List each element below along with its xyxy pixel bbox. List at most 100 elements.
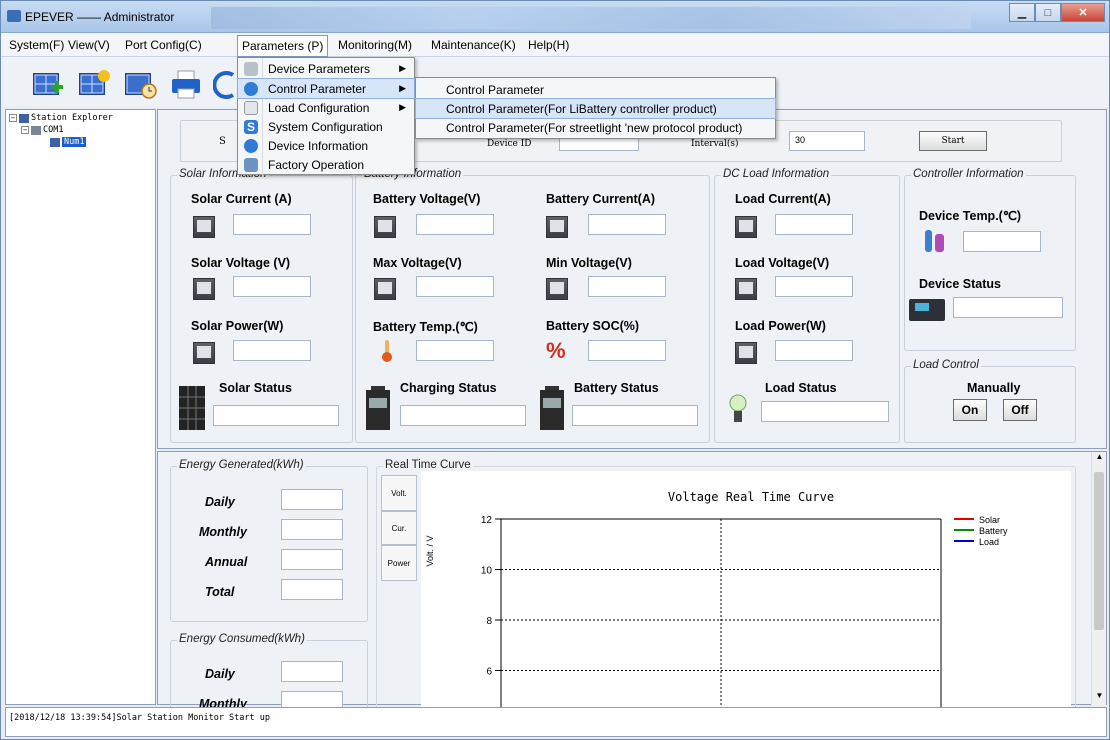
battery-current-label: Battery Current(A) [546, 192, 656, 206]
solar-panel-icon [179, 386, 205, 430]
device-status-label: Device Status [919, 277, 1001, 291]
menu-item-system-configuration[interactable]: S System Configuration [238, 117, 414, 136]
maximize-button[interactable]: □ [1035, 3, 1061, 22]
tab-volt[interactable]: Volt. [381, 475, 417, 511]
menu-monitoring[interactable]: Monitoring(M) [338, 38, 412, 52]
menu-system[interactable]: System(F) [9, 38, 64, 52]
submenu-control-parameter-streetlight[interactable]: Control Parameter(For streetlight 'new p… [416, 118, 775, 137]
percent-icon: % [546, 338, 566, 363]
load-off-button[interactable]: Off [1003, 399, 1037, 421]
load-on-button[interactable]: On [953, 399, 987, 421]
gear-icon [244, 61, 258, 76]
submenu-control-parameter[interactable]: Control Parameter [416, 80, 775, 99]
battery-temp-label: Battery Temp.(℃) [373, 320, 478, 334]
charging-status-field [400, 405, 526, 426]
menu-port-config[interactable]: Port Config(C) [125, 38, 202, 52]
tree-com-port[interactable]: − COM1 [21, 125, 63, 135]
load-icon [244, 100, 258, 115]
system-icon: S [244, 119, 258, 134]
menu-view[interactable]: View(V) [68, 38, 110, 52]
device-icon [50, 137, 60, 147]
generated-monthly-field [281, 519, 343, 540]
load-current-label: Load Current(A) [735, 192, 831, 206]
station-explorer-tree: − Station Explorer − COM1 Num1 [5, 109, 156, 705]
blurred-taskbar-region [211, 7, 971, 29]
solar-status-label: Solar Status [219, 381, 292, 395]
y-tick-label: 6 [486, 667, 492, 678]
interval-label: Interval(s) [691, 139, 739, 149]
energy-generated-group: Energy Generated(kWh) Daily Monthly Annu… [170, 459, 368, 622]
menu-item-control-parameter[interactable]: Control Parameter ▶ [237, 78, 415, 99]
menu-item-device-parameters[interactable]: Device Parameters ▶ [238, 59, 414, 78]
load-current-field [775, 214, 853, 235]
solar-power-field [233, 340, 311, 361]
scroll-up-icon[interactable]: ▲ [1092, 452, 1107, 467]
minimize-button[interactable]: ▁ [1009, 3, 1035, 22]
close-button[interactable]: ✕ [1061, 3, 1105, 22]
temperature-icon [925, 230, 944, 252]
power-icon[interactable] [213, 67, 237, 101]
collapse-icon[interactable]: − [9, 114, 17, 122]
battery-voltage-label: Battery Voltage(V) [373, 192, 481, 206]
tree-device[interactable]: Num1 [50, 137, 87, 147]
battery-info-group: Battery Information Battery Voltage(V) B… [355, 168, 710, 443]
meter-icon [546, 278, 568, 300]
meter-icon [193, 342, 215, 364]
y-tick-label: 10 [481, 566, 493, 577]
meter-icon [193, 278, 215, 300]
solar-info-group: Solar Information Solar Current (A) Sola… [170, 168, 353, 443]
scroll-thumb[interactable] [1094, 472, 1104, 630]
interval-input[interactable]: 30 [789, 131, 865, 151]
monthly-label: Monthly [199, 525, 247, 539]
controller-info-group: Controller Information Device Temp.(℃) D… [904, 168, 1076, 351]
control-parameter-submenu: Control Parameter Control Parameter(For … [415, 77, 776, 139]
y-tick-label: 8 [486, 616, 492, 627]
print-icon[interactable] [169, 67, 203, 101]
device-temp-field [963, 231, 1041, 252]
tree-root[interactable]: − Station Explorer [9, 113, 113, 123]
collapse-icon[interactable]: − [21, 126, 29, 134]
chart-title: Voltage Real Time Curve [668, 490, 834, 504]
load-voltage-field [775, 276, 853, 297]
add-station-icon[interactable] [31, 67, 65, 101]
menu-item-load-configuration[interactable]: Load Configuration ▶ [238, 98, 414, 117]
scroll-down-icon[interactable]: ▼ [1092, 691, 1107, 706]
solar-config-icon[interactable] [77, 67, 111, 101]
submenu-arrow-icon: ▶ [399, 63, 406, 73]
load-power-field [775, 340, 853, 361]
station-icon [19, 113, 29, 123]
submenu-control-parameter-libattery[interactable]: Control Parameter(For LiBattery controll… [415, 98, 776, 119]
max-voltage-field [416, 276, 494, 297]
light-bulb-icon [729, 394, 747, 422]
meter-icon [735, 342, 757, 364]
energy-and-curve-panel: Energy Generated(kWh) Daily Monthly Annu… [157, 451, 1107, 720]
battery-voltage-field [416, 214, 494, 235]
info-icon [244, 81, 258, 96]
controller-info-title: Controller Information [911, 168, 1026, 180]
window-title: EPEVER —— Administrator [25, 10, 175, 24]
menu-item-factory-operation[interactable]: Factory Operation [238, 155, 414, 174]
vertical-scrollbar[interactable]: ▲ ▼ [1091, 452, 1106, 706]
tab-power[interactable]: Power [381, 545, 417, 581]
annual-label: Annual [205, 555, 248, 569]
start-button[interactable]: Start [919, 131, 987, 151]
schedule-icon[interactable] [123, 67, 157, 101]
tab-current[interactable]: Cur. [381, 511, 417, 545]
voltage-curve-chart: Voltage Real Time Curve Volt. / V 12 10 8 6… [421, 471, 1071, 711]
dc-load-info-group: DC Load Information Load Current(A) Load… [714, 168, 900, 443]
menu-maintenance[interactable]: Maintenance(K) [431, 38, 516, 52]
menu-item-device-information[interactable]: Device Information [238, 136, 414, 155]
menu-parameters[interactable]: Parameters (P) [237, 35, 329, 57]
energy-consumed-title: Energy Consumed(kWh) [177, 633, 307, 645]
solar-current-field [233, 214, 311, 235]
solar-voltage-field [233, 276, 311, 297]
load-status-label: Load Status [765, 381, 837, 395]
device-id-label: Device ID [487, 139, 532, 149]
load-status-field [761, 401, 889, 422]
submenu-arrow-icon: ▶ [399, 83, 406, 93]
dc-load-info-title: DC Load Information [721, 168, 832, 180]
battery-temp-field [416, 340, 494, 361]
menu-help[interactable]: Help(H) [528, 38, 569, 52]
device-temp-label: Device Temp.(℃) [919, 209, 1022, 223]
title-bar: EPEVER —— Administrator ▁ □ ✕ [1, 1, 1109, 33]
